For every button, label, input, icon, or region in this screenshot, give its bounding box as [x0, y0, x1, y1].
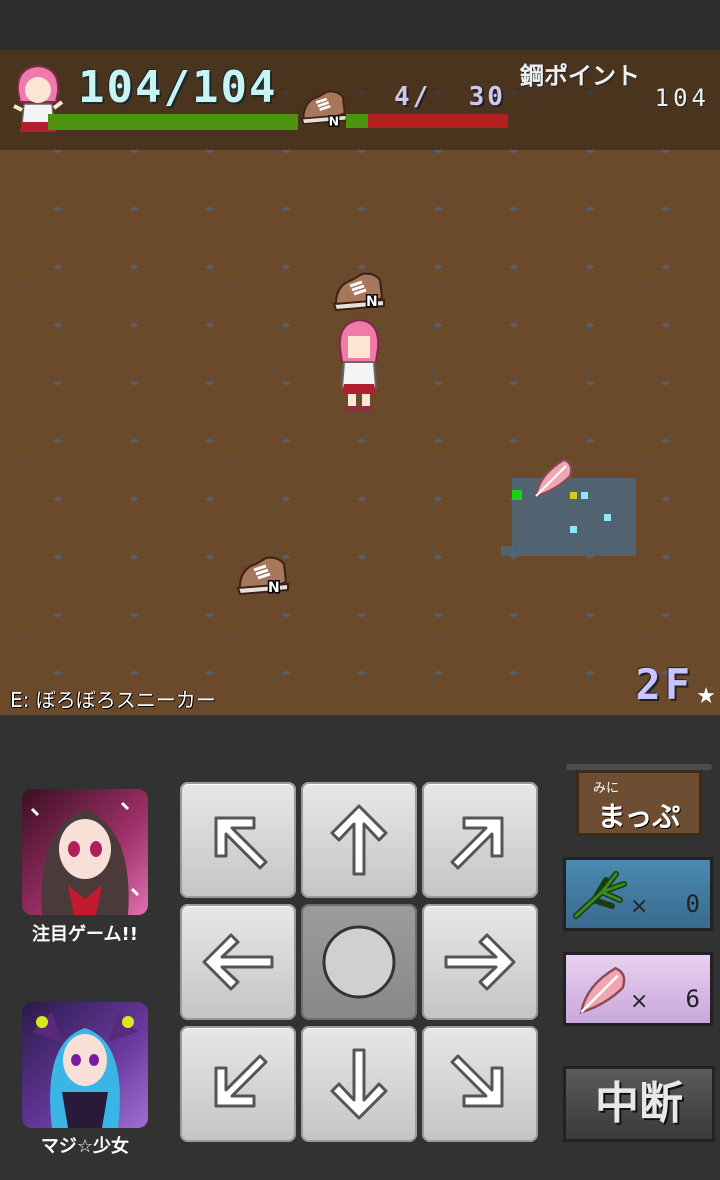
leaf-times-symbol: ×	[630, 894, 649, 919]
floor-indicator: 2F	[635, 660, 694, 709]
steel-points-label: 鋼ポイント	[520, 62, 640, 90]
sneaker-item-icon: N	[236, 556, 289, 598]
leaf-icon	[573, 871, 627, 919]
durability-bar	[346, 114, 508, 128]
sneaker-item-icon: N	[332, 272, 385, 312]
feather-item-icon	[534, 458, 573, 498]
floor-star-icon: ★	[696, 684, 716, 709]
arrow-up-left-icon	[214, 816, 268, 870]
sneaker-durability-icon: N	[300, 90, 348, 130]
minimap-item-marker	[570, 526, 577, 533]
magi-shoujo-banner[interactable]	[22, 1002, 148, 1128]
wait-button[interactable]	[301, 904, 417, 1020]
arrow-down-right-icon	[450, 1054, 504, 1108]
steel-points-value: 104	[654, 84, 710, 112]
arrow-down-icon	[330, 1048, 388, 1120]
featured-game-banner[interactable]	[22, 789, 148, 915]
move-up-left-button[interactable]	[180, 782, 296, 898]
move-up-right-button[interactable]	[422, 782, 538, 898]
move-right-button[interactable]	[422, 904, 538, 1020]
hp-bar	[48, 114, 298, 130]
move-down-left-button[interactable]	[180, 1026, 296, 1142]
mini-map-button[interactable]: みに まっぷ	[576, 770, 702, 836]
arrow-up-right-icon	[450, 816, 504, 870]
mini-map-small-label: みに	[593, 781, 620, 796]
leaf-item-slot[interactable]: × 0	[563, 857, 713, 931]
minimap-player-marker	[512, 490, 522, 500]
move-up-button[interactable]	[301, 782, 417, 898]
move-down-button[interactable]	[301, 1026, 417, 1142]
minimap-corridor	[501, 546, 513, 556]
svg-text:N: N	[268, 580, 280, 596]
magi-shoujo-label[interactable]: マジ☆少女	[10, 1132, 160, 1158]
arrow-right-icon	[444, 933, 516, 991]
move-left-button[interactable]	[180, 904, 296, 1020]
arrow-down-left-icon	[214, 1054, 268, 1108]
feather-count: 6	[685, 985, 700, 1013]
minimap-item-marker	[581, 492, 588, 499]
svg-text:N: N	[366, 294, 378, 310]
mini-map-big-label: まっぷ	[597, 800, 681, 833]
leaf-count: 0	[685, 890, 700, 918]
feather-icon	[579, 966, 626, 1014]
hp-value: 104/104	[78, 62, 278, 113]
top-bar	[0, 0, 720, 50]
minimap-item-marker	[604, 514, 611, 521]
durability-bar-fill	[346, 114, 368, 128]
player-character	[338, 318, 380, 412]
equipped-item-label: E: ぼろぼろスニーカー	[10, 688, 216, 712]
hp-bar-fill	[48, 114, 298, 130]
move-down-right-button[interactable]	[422, 1026, 538, 1142]
quit-button[interactable]: 中断	[563, 1066, 715, 1142]
durability-value: 4/ 30	[394, 82, 506, 112]
arrow-up-icon	[330, 804, 388, 876]
circle-icon	[322, 925, 396, 999]
feather-item-slot[interactable]: × 6	[563, 952, 713, 1026]
feather-times-symbol: ×	[630, 989, 649, 1014]
magi-shoujo-character-image	[32, 1012, 138, 1128]
featured-game-character-image	[30, 801, 140, 915]
arrow-left-icon	[202, 933, 274, 991]
svg-text:N: N	[329, 114, 339, 129]
featured-game-label[interactable]: 注目ゲーム!!	[10, 920, 160, 946]
